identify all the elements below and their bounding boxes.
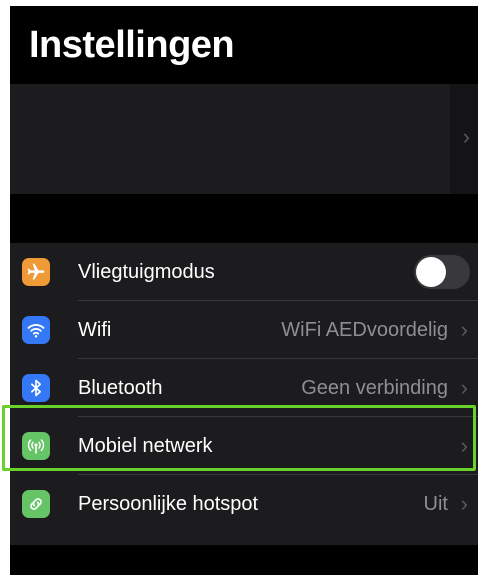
row-label: Persoonlijke hotspot [78, 493, 259, 515]
account-card[interactable]: › [10, 84, 478, 194]
settings-row-wifi[interactable]: Wifi WiFi AEDvoordelig › [10, 301, 478, 359]
hotspot-icon [22, 490, 50, 518]
hotspot-status-value: Uit [423, 493, 448, 515]
bluetooth-status-value: Geen verbinding [301, 377, 448, 399]
row-label: Wifi [78, 319, 112, 341]
settings-row-persoonlijke-hotspot[interactable]: Persoonlijke hotspot Uit › [10, 475, 478, 533]
chevron-right-icon: › [460, 317, 468, 342]
settings-group: Vliegtuigmodus Wifi WiFi AEDvoordelig › … [10, 243, 478, 545]
row-label: Bluetooth [78, 377, 163, 399]
settings-row-mobiel-netwerk[interactable]: Mobiel netwerk › [10, 417, 478, 475]
bluetooth-icon [22, 374, 50, 402]
settings-screen: Instellingen › Vliegtuigmodus Wifi WiFi … [10, 6, 478, 575]
airplane-icon [22, 258, 50, 286]
wifi-icon [22, 316, 50, 344]
row-label: Mobiel netwerk [78, 435, 213, 457]
chevron-right-icon: › [460, 375, 468, 400]
toggle-knob [416, 257, 446, 287]
settings-row-vliegtuigmodus[interactable]: Vliegtuigmodus [10, 243, 478, 301]
antenna-icon [22, 432, 50, 460]
chevron-right-icon: › [460, 433, 468, 458]
chevron-right-icon: › [462, 124, 470, 149]
page-title: Instellingen [29, 24, 235, 66]
wifi-network-value: WiFi AEDvoordelig [281, 319, 448, 341]
row-label: Vliegtuigmodus [78, 261, 215, 283]
airplane-mode-toggle[interactable] [414, 255, 470, 289]
chevron-right-icon: › [460, 491, 468, 516]
settings-row-bluetooth[interactable]: Bluetooth Geen verbinding › [10, 359, 478, 417]
